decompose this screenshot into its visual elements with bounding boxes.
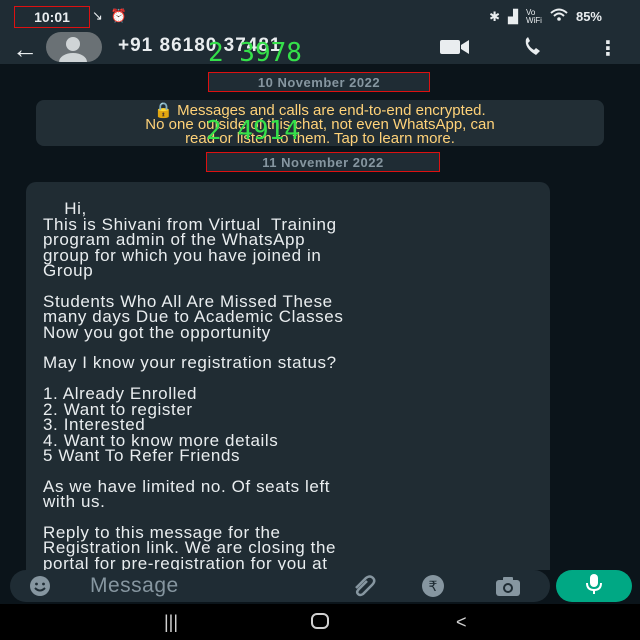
wifi-icon [550, 8, 568, 25]
bluetooth-icon: ✱ [489, 8, 500, 24]
input-bar: Message ₹ [0, 570, 640, 604]
more-icon[interactable]: ⋮ [598, 36, 618, 61]
battery-level: 85% [575, 9, 602, 24]
overlay-label: 2 3978 [208, 38, 302, 68]
encryption-notice-text: 🔒 Messages and calls are end-to-end encr… [145, 102, 495, 147]
encryption-notice[interactable]: 🔒 Messages and calls are end-to-end encr… [36, 100, 604, 146]
system-nav-bar: ||| < [0, 604, 640, 640]
emoji-icon[interactable] [28, 574, 52, 603]
attach-icon[interactable] [352, 574, 378, 603]
message-text: Hi, This is Shivani from Virtual Trainin… [43, 199, 344, 570]
svg-text:₹: ₹ [429, 579, 438, 595]
overlay-label: 2 4914 [206, 116, 300, 146]
message-placeholder: Message [90, 574, 179, 597]
message-bubble[interactable]: Hi, This is Shivani from Virtual Trainin… [26, 182, 550, 570]
message-input[interactable]: Message ₹ [10, 570, 550, 602]
voice-call-icon[interactable] [520, 36, 550, 64]
camera-icon[interactable] [494, 574, 522, 603]
back-icon[interactable]: < [456, 612, 467, 633]
avatar[interactable] [46, 32, 102, 62]
video-call-icon[interactable] [438, 36, 472, 64]
missed-call-icon: ↘ [92, 8, 103, 23]
back-arrow-icon[interactable]: ← [12, 34, 38, 65]
home-icon[interactable] [310, 612, 330, 635]
rupee-icon[interactable]: ₹ [420, 574, 446, 603]
signal-icon: ▟ [507, 8, 518, 24]
date-chip: 11 November 2022 [206, 152, 440, 172]
alarm-icon: ⏰ [110, 8, 128, 23]
mic-button[interactable] [556, 570, 632, 602]
chat-area[interactable]: 10 November 2022 🔒 Messages and calls ar… [0, 64, 640, 570]
chat-header: ← +91 86180 37481 ⋮ [0, 32, 640, 64]
recent-apps-icon[interactable]: ||| [164, 612, 178, 633]
volte-wifi-icon: Vo WiFi [525, 7, 542, 25]
status-time: 10:01 [14, 6, 90, 28]
mic-icon [585, 573, 603, 600]
date-chip: 10 November 2022 [208, 72, 430, 92]
status-bar: 10:01 ↘ ⏰ ✱ ▟ Vo WiFi 85% [0, 0, 640, 32]
